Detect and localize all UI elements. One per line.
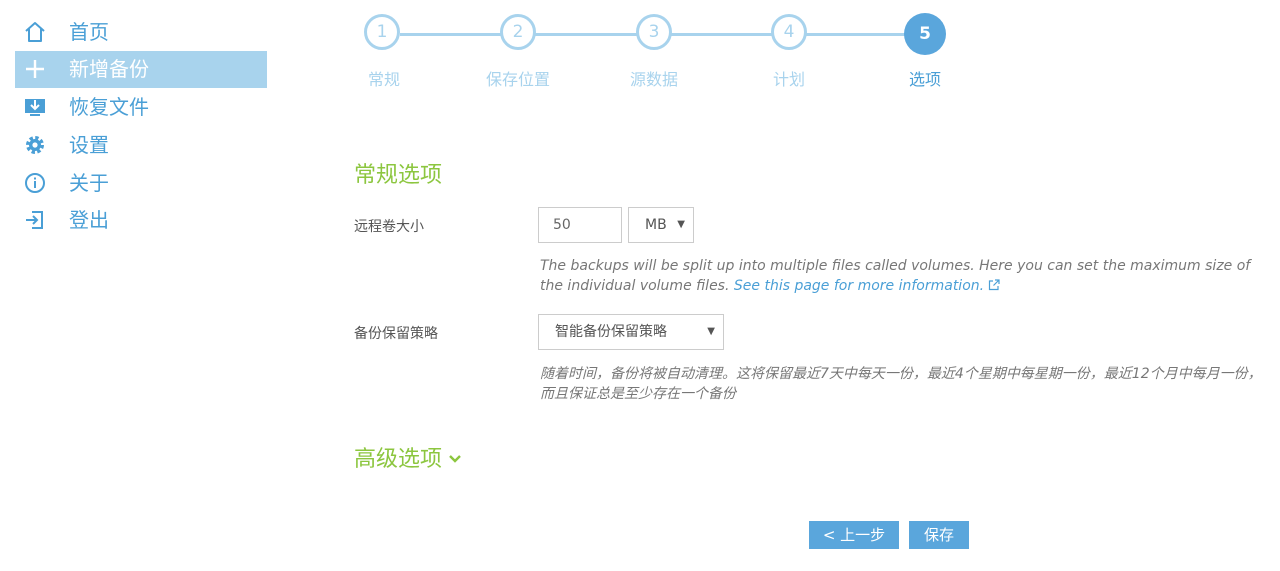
volume-size-help: The backups will be split up into multip…	[540, 256, 1260, 296]
chevron-down-icon: ▼	[707, 326, 715, 337]
prev-button[interactable]: < 上一步	[809, 521, 899, 549]
home-icon	[25, 22, 45, 42]
sidebar-item-settings[interactable]: 设置	[15, 127, 267, 164]
retention-label: 备份保留策略	[354, 326, 438, 342]
sidebar: 首页 新增备份 恢复文件 设置 关于 登出	[0, 0, 268, 571]
sidebar-item-label: 恢复文件	[69, 95, 149, 119]
chevron-down-icon: ▼	[677, 219, 685, 230]
step-5-label[interactable]: 选项	[865, 66, 985, 90]
sidebar-item-label: 首页	[69, 20, 109, 44]
sidebar-item-home[interactable]: 首页	[15, 14, 267, 51]
sidebar-item-add-backup[interactable]: 新增备份	[15, 51, 267, 88]
advanced-options-toggle[interactable]: 高级选项	[354, 441, 462, 473]
volume-size-input[interactable]: 50	[538, 207, 622, 243]
step-1-circle[interactable]: 1	[364, 14, 400, 50]
volume-unit-select[interactable]: MB ▼	[628, 207, 694, 243]
step-5-circle[interactable]: 5	[904, 13, 946, 55]
wizard-steps: 1 常规 2 保存位置 3 源数据 4 计划 5 选项	[340, 0, 980, 100]
logout-icon	[26, 211, 43, 229]
volume-unit-value: MB	[645, 217, 667, 233]
step-2-circle[interactable]: 2	[500, 14, 536, 50]
advanced-options-title: 高级选项	[354, 447, 443, 472]
sidebar-item-restore[interactable]: 恢复文件	[15, 89, 267, 126]
restore-icon	[25, 99, 45, 116]
step-4-circle[interactable]: 4	[771, 14, 807, 50]
retention-help: 随着时间，备份将被自动清理。这将保留最近7天中每天一份，最近4个星期中每星期一份…	[540, 366, 1262, 402]
step-2-label[interactable]: 保存位置	[458, 66, 578, 90]
sidebar-item-label: 登出	[69, 208, 109, 232]
save-button[interactable]: 保存	[909, 521, 969, 549]
sidebar-item-label: 关于	[69, 171, 109, 195]
step-4-label[interactable]: 计划	[729, 66, 849, 90]
sidebar-item-logout[interactable]: 登出	[15, 202, 267, 239]
more-info-link[interactable]: See this page for more information.	[734, 278, 984, 294]
step-3-circle[interactable]: 3	[636, 14, 672, 50]
info-icon	[25, 173, 45, 193]
plus-icon	[26, 60, 44, 78]
volume-size-label: 远程卷大小	[354, 219, 424, 235]
sidebar-item-label: 新增备份	[69, 57, 149, 81]
gear-icon	[26, 136, 44, 154]
external-link-icon[interactable]	[988, 279, 1000, 291]
chevron-down-icon	[449, 455, 461, 463]
retention-select[interactable]: 智能备份保留策略 ▼	[538, 314, 724, 350]
step-3-label[interactable]: 源数据	[594, 66, 714, 90]
sidebar-item-about[interactable]: 关于	[15, 165, 267, 202]
general-options-title: 常规选项	[354, 163, 443, 188]
sidebar-item-label: 设置	[69, 133, 109, 157]
retention-value: 智能备份保留策略	[555, 324, 667, 340]
step-1-label[interactable]: 常规	[324, 66, 444, 90]
